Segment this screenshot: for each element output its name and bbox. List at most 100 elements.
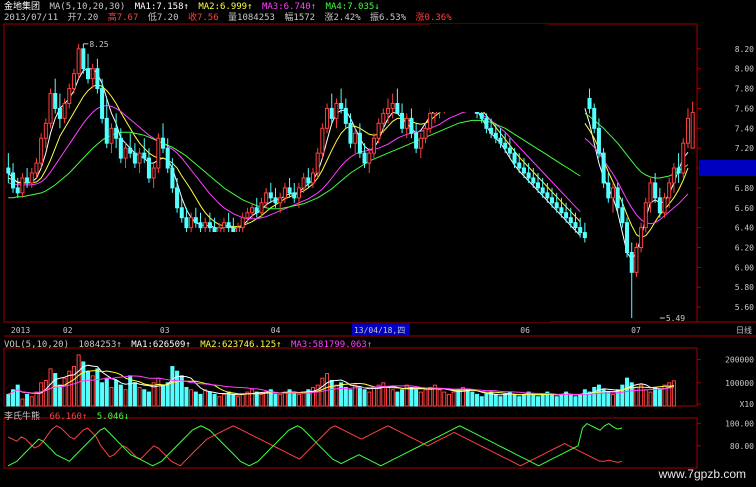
candle-body bbox=[367, 152, 372, 164]
date-value: 2013/07/11 bbox=[4, 13, 59, 23]
price-tick-label: 6.80 bbox=[735, 184, 754, 193]
candle-body bbox=[128, 147, 133, 154]
volume-bar bbox=[418, 391, 423, 407]
price-tick-label: 7.80 bbox=[735, 85, 754, 94]
price-header-line2: 2013/07/11 开7.20 高7.67 低7.20 收7.56 量1084… bbox=[4, 13, 456, 23]
volume-bar bbox=[71, 366, 76, 407]
candle-body bbox=[610, 187, 615, 199]
candle-body bbox=[573, 222, 578, 229]
volume-bar bbox=[610, 393, 615, 407]
candle-body bbox=[484, 117, 489, 129]
candle-body bbox=[254, 207, 259, 214]
volume-bar bbox=[53, 373, 58, 407]
candle-body bbox=[540, 187, 545, 194]
volume-bar bbox=[512, 393, 517, 407]
volume-bar bbox=[114, 379, 119, 407]
volume-bar bbox=[137, 386, 142, 407]
vol-header: VOL(5,10,20) 1084253↑ MA1:626509↑ MA2:62… bbox=[4, 340, 376, 350]
candle-body bbox=[325, 107, 330, 129]
candle-body bbox=[20, 177, 25, 194]
volume-bar bbox=[132, 382, 137, 407]
volume-tick-label: 100000 bbox=[725, 379, 754, 388]
candle-body bbox=[268, 192, 273, 199]
volume-bar bbox=[34, 391, 39, 407]
candle-body bbox=[582, 232, 587, 239]
volume-bar bbox=[479, 396, 484, 407]
volume-panel bbox=[6, 354, 676, 407]
candle-body bbox=[160, 137, 166, 149]
volume-bar bbox=[43, 379, 48, 407]
amp1-value: 涨2.42% bbox=[324, 13, 361, 23]
candle-body bbox=[329, 107, 334, 119]
candle-body bbox=[535, 182, 541, 189]
candle-body bbox=[362, 152, 367, 164]
candle-body bbox=[25, 177, 30, 184]
candle-body bbox=[601, 152, 606, 184]
price-tick-label: 8.20 bbox=[735, 45, 754, 54]
volume-bar bbox=[76, 354, 81, 407]
volume-bar bbox=[282, 391, 287, 407]
volume-bar bbox=[475, 393, 480, 407]
indicator-k: 66.160↑ bbox=[49, 412, 88, 422]
volume-bar bbox=[310, 386, 316, 407]
price-header-line1: 金地集团 MA(5,10,20,30) MA1:7.158↑ MA2:6.999… bbox=[4, 2, 384, 12]
volume-bar bbox=[100, 382, 105, 407]
candle-body bbox=[146, 157, 151, 179]
candle-body bbox=[100, 88, 105, 119]
volume-bar bbox=[423, 389, 428, 407]
candle-body bbox=[240, 217, 245, 229]
volume-bar bbox=[339, 382, 344, 407]
volume-bar bbox=[278, 393, 283, 407]
volume-bar bbox=[264, 391, 269, 407]
candle-body bbox=[531, 177, 536, 184]
candle-body bbox=[118, 137, 123, 159]
x-axis-label: 03 bbox=[160, 326, 170, 335]
panel-border-2 bbox=[3, 417, 698, 469]
candle-body bbox=[235, 227, 241, 234]
candle-body bbox=[357, 132, 362, 154]
volume-bar bbox=[653, 386, 658, 407]
high-value: 高7.67 bbox=[107, 13, 139, 23]
candle-body bbox=[86, 68, 91, 80]
candle-body bbox=[503, 142, 508, 149]
candle-body bbox=[489, 127, 494, 134]
candle-body bbox=[639, 227, 644, 248]
volume-bar bbox=[193, 391, 198, 407]
volume-bar bbox=[357, 386, 362, 407]
candle-body bbox=[385, 107, 391, 114]
volume-bar bbox=[86, 370, 91, 407]
candle-body bbox=[404, 117, 409, 129]
candle-body bbox=[564, 212, 569, 219]
price-tick-label: 7.60 bbox=[735, 104, 754, 113]
candle-body bbox=[596, 127, 601, 154]
x-axis-label: 日线 bbox=[736, 325, 752, 335]
volume-bar bbox=[207, 391, 212, 407]
candle-body bbox=[479, 112, 484, 119]
candle-body bbox=[414, 132, 419, 149]
candle-body bbox=[57, 107, 62, 119]
ma4-value: MA4:7.035↓ bbox=[325, 2, 380, 12]
candle-body bbox=[550, 197, 555, 204]
candle-body bbox=[67, 88, 72, 104]
volume-bar bbox=[273, 393, 278, 407]
candle-body bbox=[685, 117, 690, 144]
candle-body bbox=[521, 167, 526, 174]
volume-bar bbox=[212, 393, 217, 407]
candle-body bbox=[81, 48, 86, 70]
volume-bar bbox=[142, 389, 147, 407]
volume-bar bbox=[648, 391, 653, 407]
volume-bar bbox=[592, 386, 597, 407]
ma-tag: MA(5,10,20,30) bbox=[49, 2, 126, 12]
volume-bar bbox=[540, 393, 545, 407]
volume-bar bbox=[235, 396, 241, 407]
candle-body bbox=[554, 202, 559, 209]
volume-bar bbox=[493, 393, 498, 407]
ma1-value: MA1:7.158↑ bbox=[134, 2, 189, 12]
candle-body bbox=[226, 222, 231, 229]
candle-body bbox=[296, 187, 301, 199]
volume-bar bbox=[67, 370, 72, 407]
indicator-line-k bbox=[7, 425, 623, 467]
volume-bar bbox=[409, 386, 414, 407]
volume-bar bbox=[671, 380, 676, 407]
candle-body bbox=[339, 102, 344, 109]
